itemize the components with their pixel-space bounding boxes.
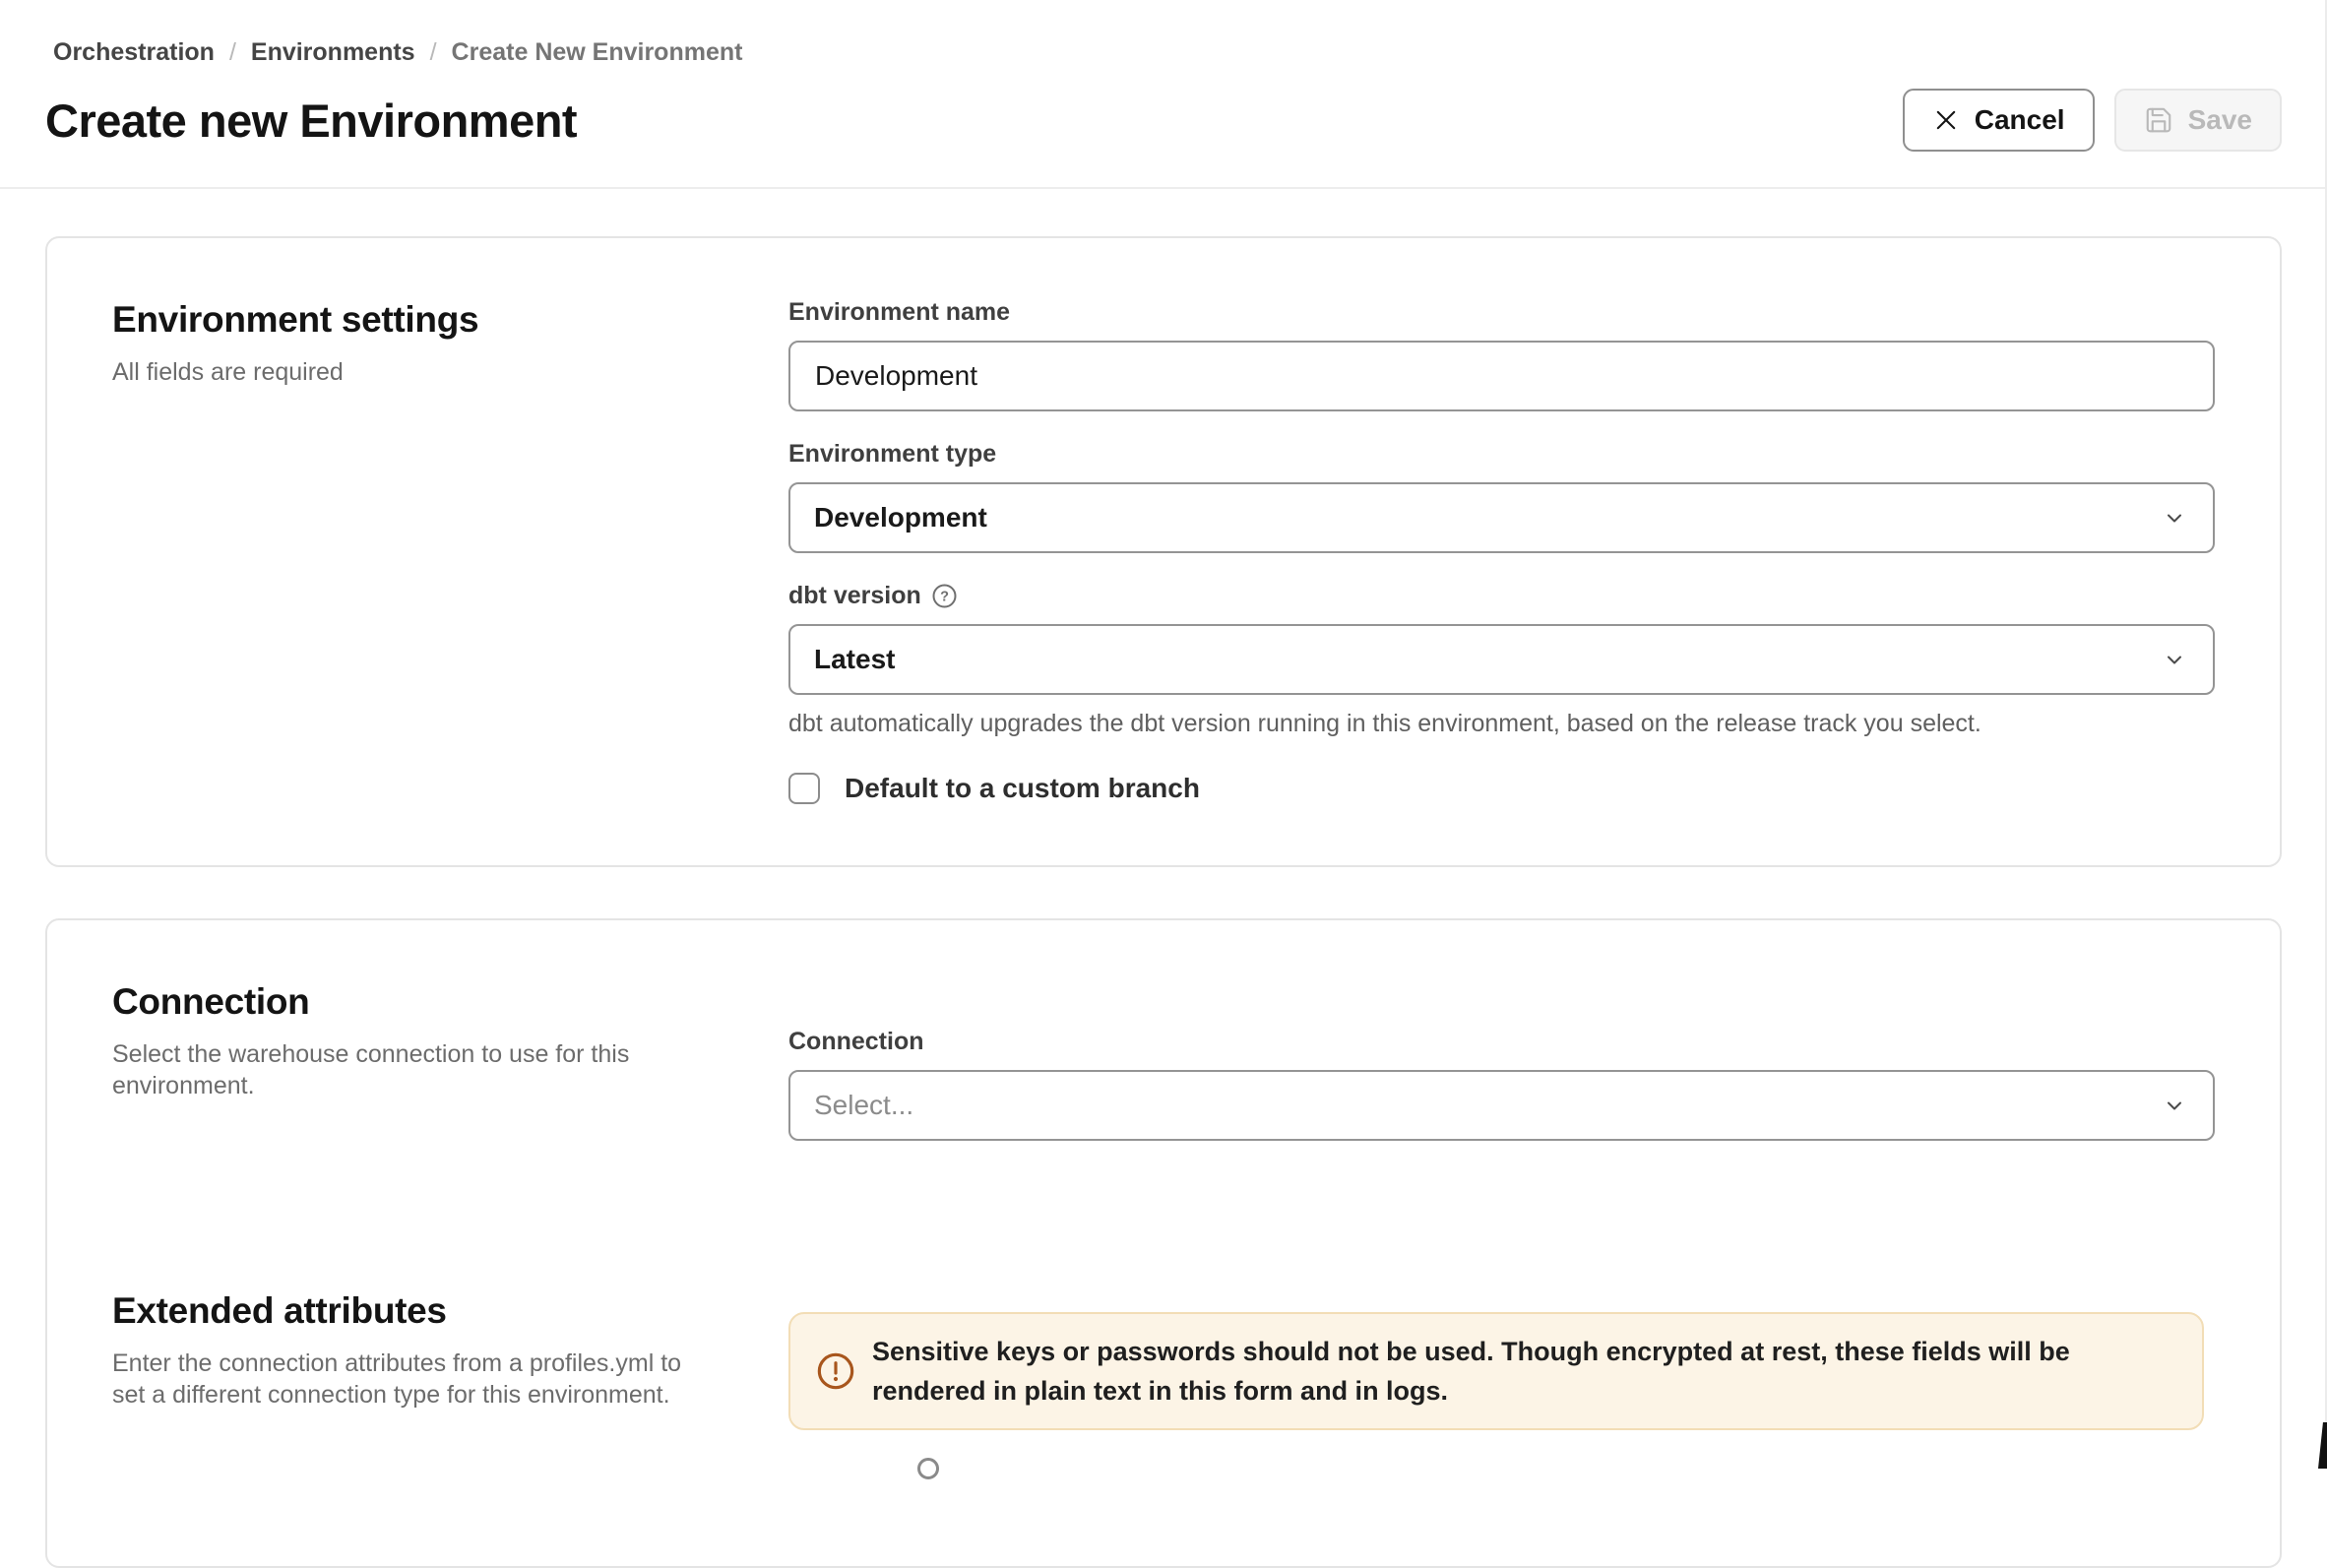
breadcrumb-environments[interactable]: Environments	[251, 37, 415, 67]
connection-placeholder: Select...	[814, 1090, 913, 1121]
environment-settings-intro: Environment settings All fields are requ…	[112, 297, 788, 804]
connection-description: Select the warehouse connection to use f…	[112, 1038, 703, 1101]
extended-attributes-section: Extended attributes Enter the connection…	[112, 1288, 2215, 1430]
save-button[interactable]: Save	[2114, 89, 2282, 152]
extended-attributes-description: Enter the connection attributes from a p…	[112, 1348, 703, 1411]
dbt-version-field: dbt version ? Latest	[788, 581, 2215, 739]
environment-settings-heading: Environment settings	[112, 297, 720, 343]
chevron-down-icon	[2160, 1091, 2189, 1120]
extended-attributes-form: Sensitive keys or passwords should not b…	[788, 1288, 2215, 1430]
svg-text:?: ?	[940, 590, 949, 605]
environment-settings-subheading: All fields are required	[112, 356, 703, 388]
connection-form: Connection Select...	[788, 979, 2215, 1141]
custom-branch-row: Default to a custom branch	[788, 773, 2215, 804]
connection-field: Connection Select...	[788, 1027, 2215, 1141]
page-title: Create new Environment	[45, 94, 577, 148]
warning-text: Sensitive keys or passwords should not b…	[872, 1332, 2176, 1411]
environment-type-value: Development	[814, 502, 987, 533]
environment-type-field: Environment type Development	[788, 439, 2215, 553]
connection-intro: Connection Select the warehouse connecti…	[112, 979, 788, 1141]
help-icon[interactable]: ?	[931, 583, 958, 609]
breadcrumb: Orchestration / Environments / Create Ne…	[53, 37, 2282, 67]
environment-type-select[interactable]: Development	[788, 482, 2215, 553]
chevron-down-icon	[2160, 645, 2189, 674]
extended-attributes-heading: Extended attributes	[112, 1288, 720, 1334]
environment-type-label: Environment type	[788, 439, 2215, 470]
custom-branch-label: Default to a custom branch	[845, 773, 1200, 804]
cancel-button[interactable]: Cancel	[1903, 89, 2095, 152]
dbt-version-label-text: dbt version	[788, 581, 921, 611]
custom-branch-checkbox[interactable]	[788, 773, 820, 804]
dbt-version-hint: dbt automatically upgrades the dbt versi…	[788, 709, 2215, 739]
save-button-label: Save	[2188, 104, 2252, 136]
warning-banner: Sensitive keys or passwords should not b…	[788, 1312, 2204, 1430]
connection-heading: Connection	[112, 979, 720, 1025]
connection-card: Connection Select the warehouse connecti…	[45, 918, 2282, 1568]
connection-select[interactable]: Select...	[788, 1070, 2215, 1141]
environment-name-field: Environment name	[788, 297, 2215, 411]
environment-settings-card: Environment settings All fields are requ…	[45, 236, 2282, 867]
extended-attributes-intro: Extended attributes Enter the connection…	[112, 1288, 788, 1430]
breadcrumb-current-page: Create New Environment	[452, 37, 743, 67]
breadcrumb-orchestration[interactable]: Orchestration	[53, 37, 215, 67]
breadcrumb-separator: /	[430, 37, 437, 67]
environment-name-label: Environment name	[788, 297, 2215, 328]
dbt-version-label: dbt version ?	[788, 581, 2215, 611]
connection-section: Connection Select the warehouse connecti…	[112, 979, 2215, 1141]
environment-settings-form: Environment name Environment type Develo…	[788, 297, 2215, 804]
close-icon	[1932, 106, 1960, 134]
main-content: Environment settings All fields are requ…	[0, 189, 2327, 1568]
page-header: Orchestration / Environments / Create Ne…	[0, 0, 2327, 189]
chevron-down-icon	[2160, 503, 2189, 533]
dbt-version-select[interactable]: Latest	[788, 624, 2215, 695]
save-icon	[2144, 105, 2173, 135]
environment-name-input[interactable]	[788, 341, 2215, 411]
dbt-version-value: Latest	[814, 644, 895, 675]
header-actions: Cancel Save	[1903, 89, 2282, 152]
breadcrumb-separator: /	[229, 37, 236, 67]
alert-circle-icon	[816, 1351, 855, 1391]
connection-label: Connection	[788, 1027, 2215, 1057]
cancel-button-label: Cancel	[1975, 104, 2065, 136]
cutoff-help-icon	[917, 1458, 939, 1479]
